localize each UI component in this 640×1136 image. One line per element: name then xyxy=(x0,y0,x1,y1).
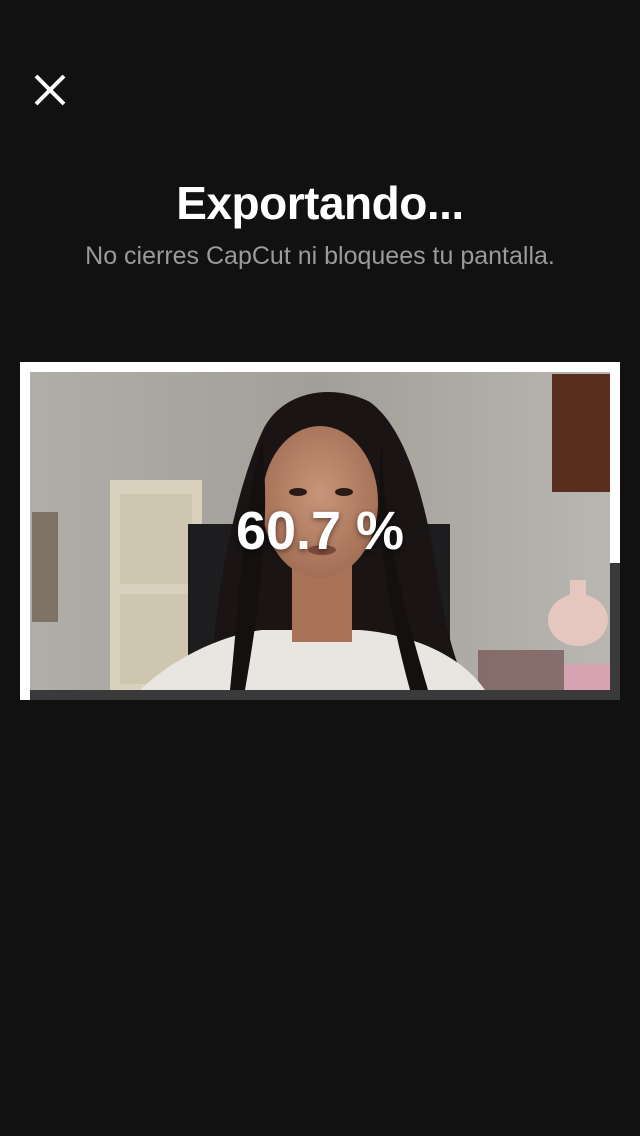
close-button[interactable] xyxy=(26,66,74,114)
page-title: Exportando... xyxy=(176,177,464,229)
progress-percentage: 60.7 % xyxy=(235,501,405,561)
progress-fill-top xyxy=(20,362,620,372)
progress-fill-right xyxy=(610,362,620,563)
progress-fill-left xyxy=(20,362,30,700)
close-icon xyxy=(34,74,66,106)
export-warning: No cierres CapCut ni bloquees tu pantall… xyxy=(85,242,555,270)
